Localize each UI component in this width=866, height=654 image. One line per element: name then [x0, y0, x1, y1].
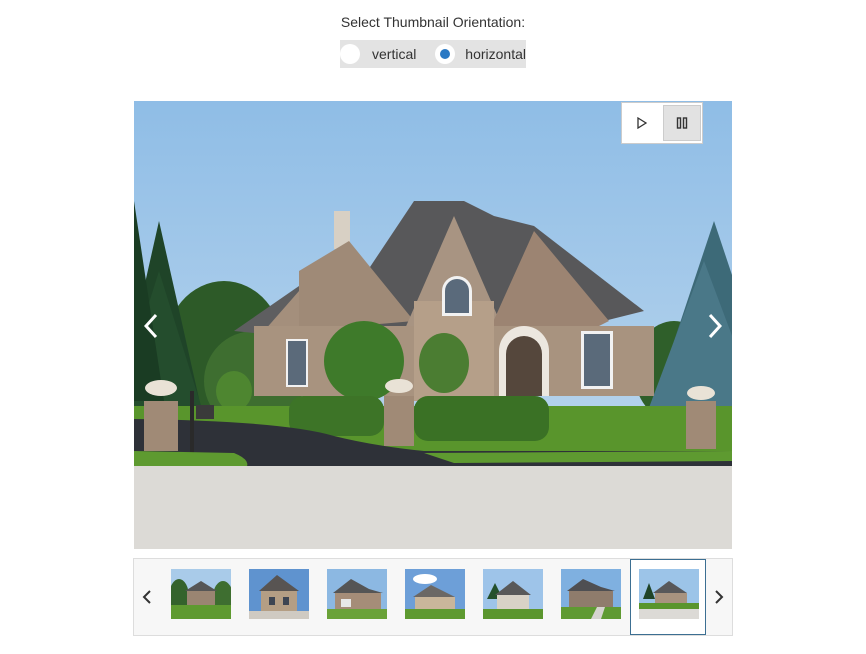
thumbnail-image: [249, 569, 309, 619]
thumbnail-strip: [133, 558, 733, 636]
gallery-main-image[interactable]: [134, 101, 732, 549]
chevron-left-icon: [142, 590, 151, 604]
gallery-next-button[interactable]: [700, 306, 730, 346]
thumbnail-image: [483, 569, 543, 619]
thumbnail-image: [561, 569, 621, 619]
radio-vertical-circle[interactable]: [340, 44, 360, 64]
thumbnail-image: [171, 569, 231, 619]
gallery-prev-button[interactable]: [136, 306, 166, 346]
orientation-radio-group: vertical horizontal: [340, 40, 526, 68]
radio-horizontal-label: horizontal: [465, 46, 526, 62]
play-icon: [637, 117, 647, 129]
radio-horizontal[interactable]: horizontal: [431, 40, 526, 68]
radio-vertical-label: vertical: [372, 46, 417, 62]
thumb-prev-button[interactable]: [134, 559, 160, 635]
thumbnail-image: [405, 569, 465, 619]
radio-vertical[interactable]: vertical: [340, 40, 431, 68]
radio-horizontal-circle[interactable]: [435, 44, 456, 64]
thumbnail-7-selected[interactable]: [639, 569, 699, 619]
play-button[interactable]: [623, 105, 661, 141]
thumbnail-3[interactable]: [327, 569, 387, 619]
thumbnail-6[interactable]: [561, 569, 621, 619]
house-photo: [134, 101, 732, 549]
pause-button[interactable]: [663, 105, 701, 141]
thumbnail-image: [327, 569, 387, 619]
chevron-right-icon: [708, 313, 722, 339]
thumbnail-2[interactable]: [249, 569, 309, 619]
thumbnail-image: [639, 569, 699, 619]
slideshow-controls: [621, 102, 703, 144]
chevron-right-icon: [715, 590, 724, 604]
chevron-left-icon: [144, 313, 158, 339]
thumbnail-4[interactable]: [405, 569, 465, 619]
thumbnail-5[interactable]: [483, 569, 543, 619]
thumb-next-button[interactable]: [706, 559, 732, 635]
orientation-label: Select Thumbnail Orientation:: [340, 14, 526, 30]
thumbnail-1[interactable]: [171, 569, 231, 619]
pause-icon: [676, 117, 688, 129]
